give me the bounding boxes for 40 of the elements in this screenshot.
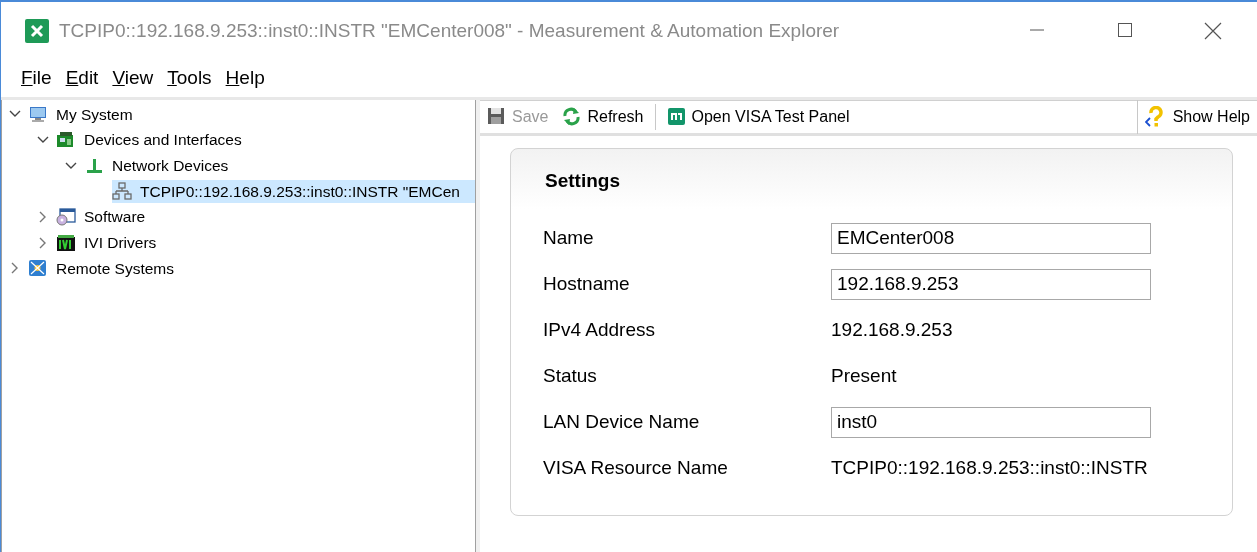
text-field[interactable]: 192.168.9.253 xyxy=(831,268,1151,300)
refresh-icon xyxy=(562,107,582,126)
computer-icon xyxy=(28,105,48,124)
close-icon[interactable] xyxy=(1204,22,1222,40)
field-label: IPv4 Address xyxy=(543,317,656,342)
text-field[interactable]: inst0 xyxy=(831,406,1151,438)
help-button[interactable]: Show Help xyxy=(1136,99,1257,134)
panel-title: Settings xyxy=(545,168,621,193)
toolbar-button[interactable]: Open VISA Test Panel xyxy=(659,102,857,131)
field-label: LAN Device Name xyxy=(543,409,701,434)
tree-item[interactable]: Software xyxy=(80,205,150,229)
maximize-icon[interactable] xyxy=(1117,22,1133,38)
network-icon xyxy=(84,156,104,175)
menu-item[interactable]: View xyxy=(112,64,154,93)
network-nodes-icon xyxy=(112,182,132,201)
circuit-board-icon xyxy=(56,131,76,150)
remote-network-icon xyxy=(28,259,48,278)
field-label: Hostname xyxy=(543,271,631,296)
ni-logo-icon xyxy=(666,107,686,126)
software-window-icon xyxy=(56,208,76,227)
field-label: Name xyxy=(543,225,595,250)
tree-item[interactable]: Devices and Interfaces xyxy=(80,128,246,152)
ivi-chip-icon xyxy=(56,233,76,252)
text-field[interactable]: EMCenter008 xyxy=(831,222,1151,254)
field-value: 192.168.9.253 xyxy=(831,317,953,342)
menu-item[interactable]: File xyxy=(21,64,52,93)
menu-item[interactable]: Edit xyxy=(65,64,99,93)
app-logo-icon xyxy=(25,19,49,43)
toolbar-button[interactable]: Refresh xyxy=(555,102,651,131)
window-title: TCPIP0::192.168.9.253::inst0::INSTR "EMCenter008" - Measurement & Automation Explorer xyxy=(59,18,840,43)
menu-item[interactable]: Tools xyxy=(167,64,212,93)
tree-item[interactable]: My System xyxy=(52,102,137,126)
tree-item[interactable]: Network Devices xyxy=(108,154,233,178)
menu-item[interactable]: Help xyxy=(225,64,265,93)
tree-item[interactable]: Remote Systems xyxy=(52,256,178,281)
field-value: Present xyxy=(831,363,897,388)
tree-item[interactable]: IVI Drivers xyxy=(80,231,161,255)
field-label: VISA Resource Name xyxy=(543,455,729,480)
field-value: TCPIP0::192.168.9.253::inst0::INSTR xyxy=(831,455,1148,480)
field-label: Status xyxy=(543,363,598,388)
